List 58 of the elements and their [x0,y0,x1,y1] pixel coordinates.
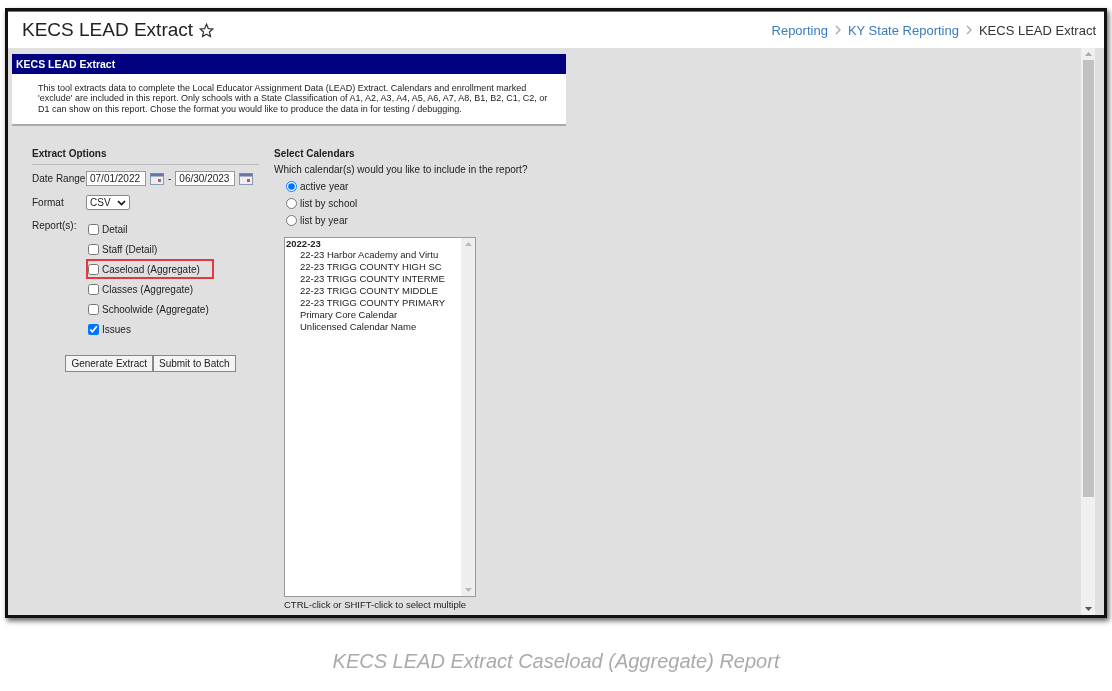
checkbox-label: Schoolwide (Aggregate) [102,303,209,315]
list-option[interactable]: 22-23 TRIGG COUNTY HIGH SC [286,261,461,274]
panel-description: This tool extracts data to complete the Local Educator Assignment Data (LEAD) Extract. Calendars and enrollment marked 'exclude' are included in this report. Only schools with a State Classification of A1, A2, A3, A4, A5, A6, A7, A8, B1, B2, C1, C2, or D1 can show on this report. Chose the format you would like to produce the data in for testing / debugging. [37,82,549,116]
image-caption: KECS LEAD Extract Caseload (Aggregate) Report [332,650,780,673]
checkbox[interactable] [88,223,99,235]
calendar-listbox[interactable]: 2022-23 22-23 Harbor Academy and Virtu 22-23 TRIGG COUNTY HIGH SC 22-23 TRIGG COUNTY INTERME 22-23 TRIGG COUNTY MIDDLE 22-23 TRIGG COUNTY PRIMARY Primary Core Calendar Unlicensed Calendar Name [284,237,476,598]
section-heading: Select Calendars [274,148,356,162]
question-text: Which calendar(s) would you like to include in the report? [274,164,528,176]
radio-label: list by school [300,198,358,210]
list-group-label: 2022-23 [286,238,322,250]
list-option[interactable]: 22-23 TRIGG COUNTY MIDDLE [286,285,461,298]
field-label: Format [32,197,65,209]
checkbox[interactable] [88,283,99,295]
field-label: Report(s): [32,220,78,234]
calendar-icon [239,172,254,185]
panel-title: KECS LEAD Extract [12,54,566,74]
down-arrow-icon [1084,607,1092,611]
checkbox[interactable] [88,263,99,275]
list-option[interactable]: 22-23 Harbor Academy and Virtu [286,249,461,262]
checkbox[interactable] [88,243,99,255]
up-arrow-icon [1084,52,1092,56]
checkbox-label: Caseload (Aggregate) [102,263,200,275]
radio-button[interactable] [286,198,297,210]
breadcrumb-link[interactable]: Reporting [771,22,828,38]
radio-label: list by year [300,215,348,227]
breadcrumb-current: KECS LEAD Extract [978,22,1096,38]
down-arrow-icon [464,588,472,593]
format-dropdown[interactable]: CSV [86,195,130,211]
radio-button[interactable] [286,215,297,227]
date-separator: - [168,173,172,185]
checkbox-label: Classes (Aggregate) [102,283,194,295]
list-option[interactable]: Primary Core Calendar [286,309,461,322]
calendar-icon [150,172,164,185]
chevron-icon [833,25,842,35]
checkbox-label: Staff (Detail) [102,243,158,255]
radio-label: active year [300,181,349,193]
scrollbar[interactable] [461,238,475,597]
up-arrow-icon [464,242,472,247]
checkbox-label: Issues [102,323,131,335]
hint-text: CTRL-click or SHIFT-click to select multiple [284,599,468,611]
list-option[interactable]: 22-23 TRIGG COUNTY INTERME [286,273,461,286]
chevron-icon [964,25,973,35]
generate-extract-button[interactable]: Generate Extract [65,355,153,373]
checkbox[interactable] [88,303,99,315]
list-option[interactable]: Unlicensed Calendar Name [286,321,461,334]
section-heading: Extract Options [32,148,259,166]
page-title: KECS LEAD Extract [22,19,194,41]
chevron-icon [116,199,126,206]
date-field[interactable]: 07/01/2022 [86,171,146,187]
radio-button[interactable] [286,181,297,193]
breadcrumb-link[interactable]: KY State Reporting [847,22,959,38]
date-field[interactable]: 06/30/2023 [175,171,236,187]
submit-to-batch-button[interactable]: Submit to Batch [153,355,236,373]
list-option[interactable]: 22-23 TRIGG COUNTY PRIMARY [286,297,461,310]
scrollbar[interactable] [1081,48,1095,615]
star-icon[interactable] [199,22,215,38]
checkbox-label: Detail [102,223,128,235]
checkbox[interactable] [88,323,99,335]
